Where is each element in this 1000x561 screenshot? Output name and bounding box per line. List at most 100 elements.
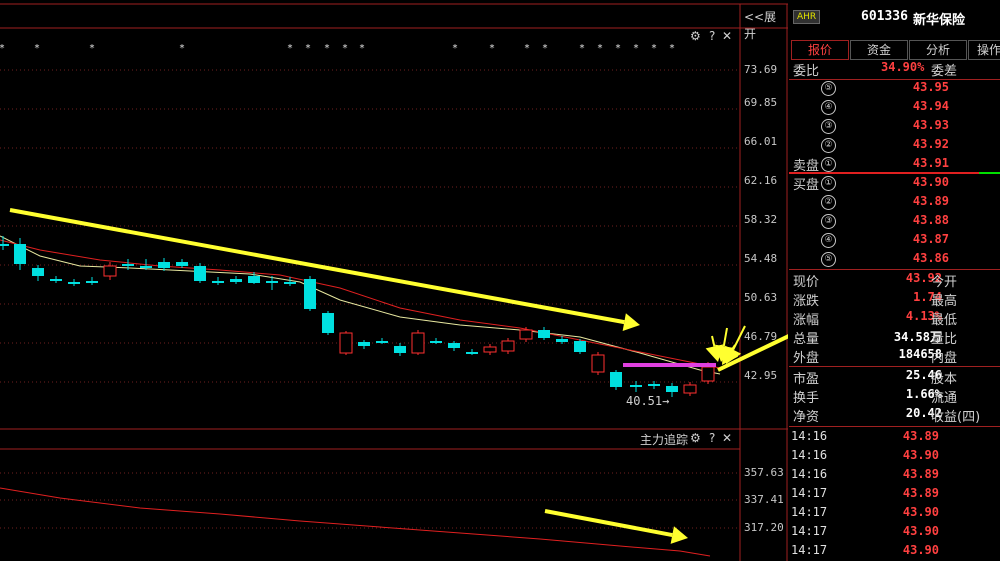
stat-label-2: 股本: [931, 372, 958, 387]
candle-body-down: [122, 264, 134, 266]
candle-body-up: [591, 354, 605, 373]
stat-label: 净资: [793, 410, 820, 425]
stat-label-2: 内盘: [931, 351, 958, 366]
buy-price: 43.90: [912, 175, 949, 189]
tab-funds[interactable]: 资金: [850, 40, 908, 60]
tab-quote[interactable]: 报价: [791, 40, 849, 60]
stat-row: 涨跌 1.74 最高: [789, 289, 1000, 309]
candle-body-down: [538, 330, 550, 338]
trade-row: 14:16 43.89: [789, 428, 1000, 447]
stat-label: 换手: [793, 391, 820, 406]
candle-body-down: [610, 372, 622, 387]
kline-chart-area[interactable]: * * * * * * * * * * * * * * * * * * * <<展开 ⚙ ? ✕ 73.69 69.…: [0, 0, 788, 561]
stat-label-2: 流通: [931, 391, 958, 406]
low-price-value: 40.51: [626, 394, 663, 408]
help-icon[interactable]: ?: [709, 431, 715, 445]
price-tick: 54.48: [744, 252, 778, 265]
buy-level-row: ③ 43.88: [789, 212, 1000, 231]
candle-body-up: [701, 366, 715, 382]
stat-label: 总量: [793, 332, 820, 347]
buy-level-row: ② 43.89: [789, 193, 1000, 212]
sell-level-row: ③ 43.93: [789, 117, 1000, 136]
candle-body-down: [158, 262, 170, 268]
sell-level-row: ⑤ 43.95: [789, 79, 1000, 98]
close-icon[interactable]: ✕: [722, 431, 732, 445]
trade-price: 43.90: [902, 543, 939, 557]
help-icon[interactable]: ?: [709, 29, 715, 43]
price-tick: 66.01: [744, 135, 778, 148]
sell-price: 43.92: [912, 137, 949, 151]
tab-operation[interactable]: 操作: [968, 40, 1000, 60]
event-star: *: [325, 43, 330, 54]
sell-price: 43.95: [912, 80, 949, 94]
candle-body-down: [0, 244, 9, 246]
buy-price: 43.88: [912, 213, 949, 227]
weibi-value: 34.90%: [881, 60, 925, 74]
event-star: *: [343, 43, 348, 54]
event-star: *: [634, 43, 639, 54]
candle-body-down: [212, 281, 224, 283]
price-tick: 50.63: [744, 291, 778, 304]
level-index: ①: [821, 176, 836, 191]
event-star: *: [525, 43, 530, 54]
level-index: ⑤: [821, 81, 836, 96]
candle-body-down: [648, 384, 660, 386]
trade-time: 14:16: [791, 429, 828, 443]
arrowhead: [622, 313, 640, 331]
sell-price: 43.91: [912, 156, 949, 170]
candle-body-up: [683, 384, 697, 394]
candle-body-up: [103, 265, 117, 277]
stat-row: 净资 20.42 收益(四): [789, 405, 1000, 425]
candle-body-down: [376, 341, 388, 343]
ahr-badge[interactable]: AHR: [793, 10, 821, 24]
sell-price: 43.94: [912, 99, 949, 113]
stat-row: 现价 43.92 今开: [789, 270, 1000, 290]
main-grid: [0, 69, 740, 383]
stat-label: 市盈: [793, 372, 820, 387]
event-markers: * * * * * * * * * * * * * * * * * * *: [0, 43, 675, 54]
event-star: *: [616, 43, 621, 54]
trade-row: 14:17 43.90: [789, 542, 1000, 561]
candle-body-down: [556, 339, 568, 342]
level-index: ④: [821, 233, 836, 248]
candle-body-up: [339, 332, 353, 354]
buy-price: 43.86: [912, 251, 949, 265]
stat-label-2: 最低: [931, 313, 958, 328]
candle-body-up: [411, 332, 425, 354]
stat-row: 外盘 184658 内盘: [789, 346, 1000, 366]
sell-price: 43.93: [912, 118, 949, 132]
trade-price: 43.89: [902, 467, 939, 481]
event-star: *: [180, 43, 185, 54]
stat-row: 市盈 25.46 股本: [789, 367, 1000, 387]
kline-chart-svg[interactable]: * * * * * * * * * * * * * * * * * * *: [0, 0, 788, 561]
level-index: ①: [821, 157, 836, 172]
level-index: ②: [821, 195, 836, 210]
price-tick: 69.85: [744, 96, 778, 109]
arrowhead: [670, 526, 688, 544]
stat-label-2: 今开: [931, 275, 958, 290]
buy-price: 43.87: [912, 232, 949, 246]
trade-row: 14:17 43.90: [789, 523, 1000, 542]
stat-label-2: 量比: [931, 332, 958, 347]
close-icon[interactable]: ✕: [722, 29, 732, 43]
trade-time: 14:17: [791, 486, 828, 500]
trade-time: 14:17: [791, 543, 828, 557]
event-star: *: [598, 43, 603, 54]
buy-level-row: ⑤ 43.86: [789, 250, 1000, 269]
candle-body-down: [176, 262, 188, 266]
expand-button[interactable]: <<展开: [744, 8, 788, 42]
gear-icon[interactable]: ⚙: [690, 29, 701, 43]
sub-chart-title: 主力追踪: [640, 433, 689, 447]
gear-icon[interactable]: ⚙: [690, 431, 701, 445]
candle-body-down: [574, 341, 586, 352]
event-star: *: [453, 43, 458, 54]
candle-body-down: [304, 279, 316, 309]
tab-analysis[interactable]: 分析: [909, 40, 967, 60]
trade-price: 43.89: [902, 429, 939, 443]
candle-body-up: [483, 346, 497, 353]
level-index: ②: [821, 138, 836, 153]
trade-price: 43.90: [902, 448, 939, 462]
price-tick: 62.16: [744, 174, 778, 187]
candle-body-down: [140, 266, 152, 268]
level-index: ③: [821, 214, 836, 229]
